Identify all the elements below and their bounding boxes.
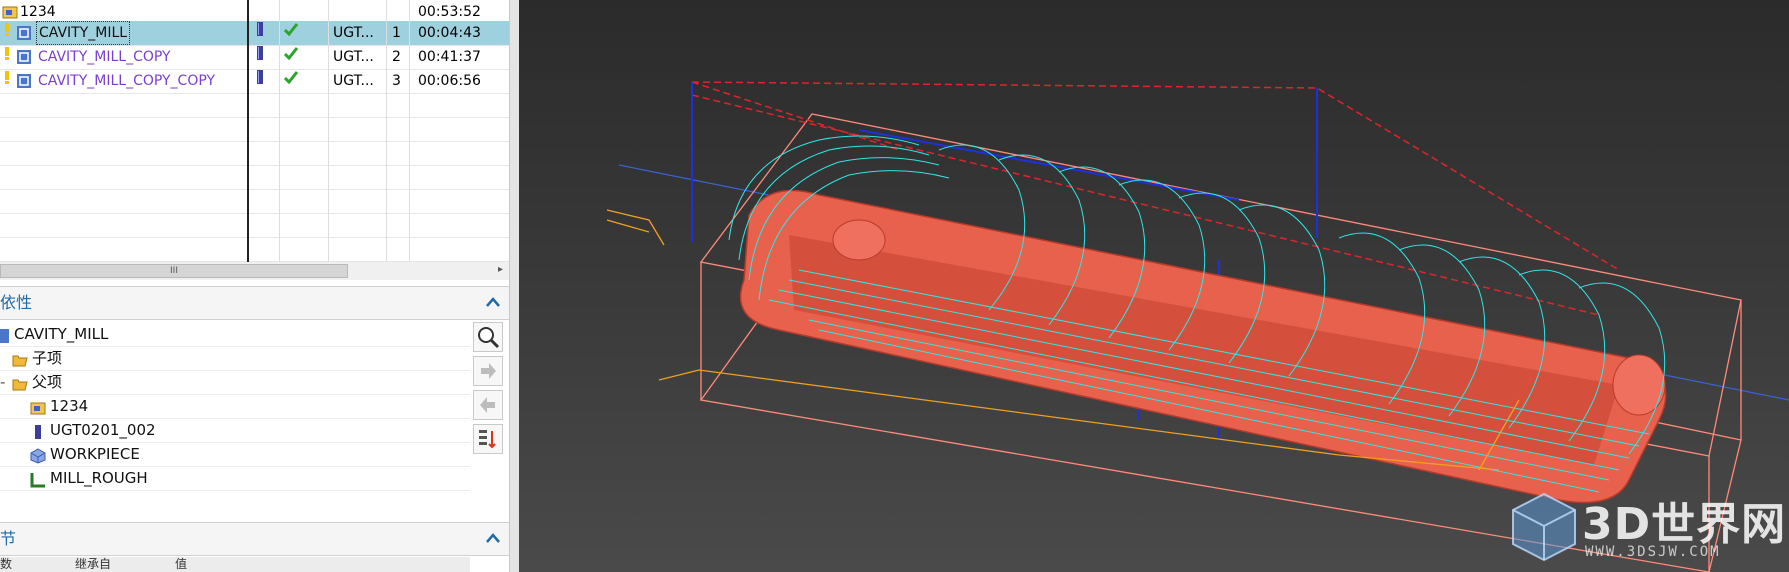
column-header: 数 bbox=[0, 557, 13, 571]
empty-row bbox=[0, 165, 509, 190]
operation-name[interactable]: CAVITY_MILL bbox=[36, 21, 131, 45]
operation-sequence: 2 bbox=[392, 49, 401, 65]
tree-item-label: 1234 bbox=[50, 397, 89, 415]
green-check-icon bbox=[283, 69, 299, 93]
column-divider bbox=[409, 0, 410, 262]
warning-icon bbox=[2, 69, 12, 93]
3d-cube-logo-icon bbox=[1512, 492, 1576, 562]
column-header: 值 bbox=[175, 557, 188, 571]
column-header: 继承自 bbox=[75, 557, 112, 571]
operation-navigator: 1234 00:53:52 CAVITY_MILL UGT... 1 00:04… bbox=[0, 0, 509, 262]
details-column-headers: 数 继承自 值 bbox=[0, 557, 470, 572]
column-divider bbox=[279, 0, 280, 262]
toolpath-scene bbox=[606, 81, 1789, 572]
green-check-icon bbox=[283, 21, 299, 45]
tree-root-label: CAVITY_MILL bbox=[14, 325, 109, 343]
tree-item-children[interactable]: 子项 bbox=[0, 346, 470, 371]
navigator-panel: 1234 00:53:52 CAVITY_MILL UGT... 1 00:04… bbox=[0, 0, 509, 572]
collapse-caret-icon[interactable] bbox=[483, 293, 503, 313]
search-button[interactable] bbox=[473, 322, 503, 352]
folder-open-icon bbox=[12, 351, 28, 367]
tree-item-label: WORKPIECE bbox=[50, 445, 140, 463]
graphics-viewport[interactable]: 3D世界网 WWW.3DSJW.COM bbox=[519, 0, 1789, 572]
empty-row bbox=[0, 237, 509, 262]
column-divider bbox=[386, 0, 387, 262]
operation-time: 00:06:56 bbox=[418, 73, 481, 89]
cavity-mill-icon bbox=[16, 69, 32, 93]
tree-root[interactable]: CAVITY_MILL bbox=[0, 322, 470, 347]
mill-rough-method-icon bbox=[30, 471, 46, 487]
tool-icon bbox=[255, 21, 265, 45]
cavity-mill-icon bbox=[0, 327, 10, 343]
workpiece-cube-icon bbox=[30, 447, 46, 464]
watermark-url: WWW.3DSJW.COM bbox=[1585, 544, 1721, 560]
operation-sequence: 1 bbox=[392, 25, 401, 41]
folder-open-icon bbox=[12, 375, 28, 391]
tool-icon bbox=[255, 69, 265, 93]
tree-item-parents[interactable]: - 父项 bbox=[0, 370, 470, 395]
table-row[interactable]: CAVITY_MILL UGT... 1 00:04:43 bbox=[0, 21, 509, 46]
scroll-right-arrow-icon[interactable]: ▸ bbox=[498, 264, 503, 275]
table-row[interactable]: CAVITY_MILL_COPY UGT... 2 00:41:37 bbox=[0, 45, 509, 70]
tree-item-parent[interactable]: 1234 bbox=[0, 394, 470, 419]
operation-tool: UGT... bbox=[333, 25, 374, 41]
operation-name[interactable]: CAVITY_MILL_COPY_COPY bbox=[38, 69, 215, 93]
horizontal-scrollbar[interactable]: III ▸ bbox=[0, 262, 509, 280]
details-title: 节 bbox=[0, 529, 17, 548]
collapse-caret-icon[interactable] bbox=[483, 529, 503, 549]
watermark-text: 3D世界网 bbox=[1582, 499, 1787, 550]
empty-row bbox=[0, 189, 509, 214]
group-folder-icon bbox=[30, 399, 46, 415]
tree-item-label: 子项 bbox=[32, 349, 63, 367]
empty-row bbox=[0, 117, 509, 142]
green-check-icon bbox=[283, 45, 299, 69]
cavity-mill-icon bbox=[16, 45, 32, 69]
column-divider[interactable] bbox=[247, 0, 249, 262]
empty-row bbox=[0, 141, 509, 166]
warning-icon bbox=[2, 21, 12, 45]
tree-item-parent[interactable]: WORKPIECE bbox=[0, 442, 470, 467]
tool-icon bbox=[255, 45, 265, 69]
dependencies-header[interactable]: 依性 bbox=[0, 286, 509, 320]
tree-item-parent[interactable]: UGT0201_002 bbox=[0, 418, 470, 443]
cavity-mill-icon bbox=[16, 21, 32, 45]
empty-row bbox=[0, 93, 509, 118]
watermark: 3D世界网 WWW.3DSJW.COM bbox=[1507, 488, 1789, 568]
list-view-button[interactable] bbox=[473, 424, 503, 454]
table-row[interactable]: CAVITY_MILL_COPY_COPY UGT... 3 00:06:56 bbox=[0, 69, 509, 94]
operation-time: 00:41:37 bbox=[418, 49, 481, 65]
part-body bbox=[739, 189, 1667, 504]
operation-name[interactable]: CAVITY_MILL_COPY bbox=[38, 45, 171, 69]
warning-icon bbox=[2, 45, 12, 69]
dependencies-title: 依性 bbox=[0, 293, 33, 312]
column-divider bbox=[328, 0, 329, 262]
tree-item-label: 父项 bbox=[32, 373, 63, 391]
operation-tool: UGT... bbox=[333, 49, 374, 65]
back-arrow-button[interactable] bbox=[473, 390, 503, 420]
tree-item-parent[interactable]: MILL_ROUGH bbox=[0, 466, 470, 491]
empty-row bbox=[0, 213, 509, 238]
details-header[interactable]: 节 bbox=[0, 522, 509, 556]
operation-tool: UGT... bbox=[333, 73, 374, 89]
forward-arrow-button[interactable] bbox=[473, 356, 503, 386]
scrollbar-thumb[interactable]: III bbox=[0, 264, 348, 278]
tool-icon bbox=[30, 423, 46, 439]
operation-time: 00:04:43 bbox=[418, 25, 481, 41]
tree-item-label: MILL_ROUGH bbox=[50, 469, 148, 487]
operation-sequence: 3 bbox=[392, 73, 401, 89]
tree-item-label: UGT0201_002 bbox=[50, 421, 156, 439]
